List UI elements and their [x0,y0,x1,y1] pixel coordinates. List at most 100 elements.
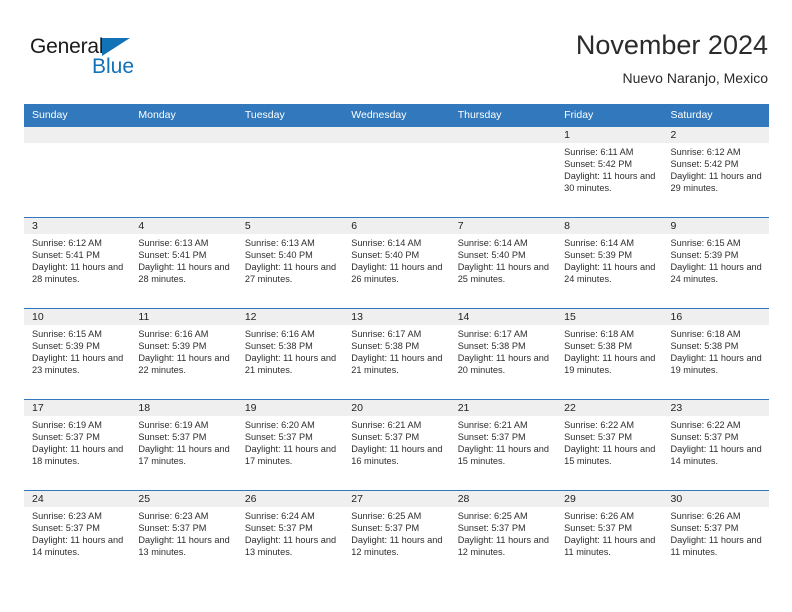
daylight-text: Daylight: 11 hours and 22 minutes. [138,353,230,376]
calendar-day-cell[interactable]: 30 Sunrise: 6:26 AM Sunset: 5:37 PM Dayligh… [662,490,769,581]
day-number: 9 [662,218,769,234]
calendar-day-cell[interactable]: 6 Sunrise: 6:14 AM Sunset: 5:40 PM Daylight… [343,217,450,309]
sunset-text: Sunset: 5:42 PM [564,159,633,170]
day-cell-inner: 17 Sunrise: 6:19 AM Sunset: 5:37 PM Dayligh… [24,400,131,490]
general-blue-logo[interactable]: General Blue [30,36,170,88]
calendar-day-cell[interactable]: 16 Sunrise: 6:18 AM Sunset: 5:38 PM Dayligh… [662,308,769,400]
calendar-day-cell[interactable]: 3 Sunrise: 6:12 AM Sunset: 5:41 PM Daylight… [24,217,131,309]
day-cell-details [24,143,130,146]
calendar-day-cell[interactable]: 15 Sunrise: 6:18 AM Sunset: 5:38 PM Dayligh… [556,308,663,400]
calendar-day-cell[interactable]: 17 Sunrise: 6:19 AM Sunset: 5:37 PM Dayligh… [24,399,131,491]
sunrise-text: Sunrise: 6:21 AM [457,420,528,430]
sunset-text: Sunset: 5:37 PM [138,523,207,534]
calendar-day-cell[interactable]: 25 Sunrise: 6:23 AM Sunset: 5:37 PM Dayligh… [130,490,237,581]
day-number: 24 [24,491,131,507]
calendar-day-cell[interactable]: 14 Sunrise: 6:17 AM Sunset: 5:38 PM Dayligh… [449,308,557,400]
day-cell-inner: 2 Sunrise: 6:12 AM Sunset: 5:42 PM Daylight… [662,127,769,217]
calendar-day-cell[interactable]: 7 Sunrise: 6:14 AM Sunset: 5:40 PM Daylight… [449,217,557,309]
day-cell-inner [24,127,131,217]
sunset-text: Sunset: 5:37 PM [564,432,633,443]
daylight-text: Daylight: 11 hours and 28 minutes. [138,262,230,285]
weekday-header-saturday: Saturday [662,104,769,127]
day-cell-inner: 27 Sunrise: 6:25 AM Sunset: 5:37 PM Dayligh… [343,491,450,581]
calendar-day-cell[interactable]: 28 Sunrise: 6:25 AM Sunset: 5:37 PM Dayligh… [449,490,557,581]
calendar-day-cell[interactable]: 4 Sunrise: 6:13 AM Sunset: 5:41 PM Daylight… [130,217,237,309]
day-cell-details [450,143,556,146]
calendar-day-cell[interactable]: 1 Sunrise: 6:11 AM Sunset: 5:42 PM Daylight… [556,126,663,218]
sunrise-text: Sunrise: 6:15 AM [32,329,102,339]
day-cell-details: Sunrise: 6:18 AM Sunset: 5:38 PM Daylight:… [663,325,769,376]
calendar-day-cell[interactable]: 5 Sunrise: 6:13 AM Sunset: 5:40 PM Daylight… [236,217,344,309]
sunrise-text: Sunrise: 6:16 AM [244,329,315,339]
sunset-text: Sunset: 5:37 PM [351,432,420,443]
weekday-header-sunday: Sunday [24,104,131,127]
day-cell-details: Sunrise: 6:16 AM Sunset: 5:38 PM Daylight:… [237,325,343,376]
sunrise-text: Sunrise: 6:19 AM [32,420,102,430]
calendar-day-cell[interactable]: 10 Sunrise: 6:15 AM Sunset: 5:39 PM Dayligh… [24,308,131,400]
sunset-text: Sunset: 5:37 PM [457,523,526,534]
day-cell-details [237,143,343,146]
day-number: 13 [343,309,450,325]
day-number: 5 [236,218,344,234]
sunrise-text: Sunrise: 6:14 AM [457,238,528,248]
day-number: 8 [556,218,663,234]
daylight-text: Daylight: 11 hours and 26 minutes. [351,262,443,285]
day-cell-inner: 6 Sunrise: 6:14 AM Sunset: 5:40 PM Daylight… [343,218,450,308]
sunrise-text: Sunrise: 6:16 AM [138,329,209,339]
daylight-text: Daylight: 11 hours and 19 minutes. [564,353,656,376]
day-cell-inner: 10 Sunrise: 6:15 AM Sunset: 5:39 PM Dayligh… [24,309,131,399]
weekday-header-friday: Friday [556,104,663,127]
daylight-text: Daylight: 11 hours and 30 minutes. [564,171,656,194]
sunset-text: Sunset: 5:37 PM [32,523,100,534]
calendar-day-cell[interactable]: 12 Sunrise: 6:16 AM Sunset: 5:38 PM Dayligh… [236,308,344,400]
day-cell-details [343,143,449,146]
day-cell-inner: 11 Sunrise: 6:16 AM Sunset: 5:39 PM Dayligh… [130,309,237,399]
day-cell-inner: 23 Sunrise: 6:22 AM Sunset: 5:37 PM Dayligh… [662,400,769,490]
day-cell-inner: 22 Sunrise: 6:22 AM Sunset: 5:37 PM Dayligh… [556,400,663,490]
sunset-text: Sunset: 5:40 PM [351,250,420,261]
sunset-text: Sunset: 5:39 PM [138,341,207,352]
day-cell-inner: 13 Sunrise: 6:17 AM Sunset: 5:38 PM Dayligh… [343,309,450,399]
day-cell-inner: 12 Sunrise: 6:16 AM Sunset: 5:38 PM Dayligh… [236,309,344,399]
day-number [449,127,557,143]
daylight-text: Daylight: 11 hours and 24 minutes. [564,262,656,285]
sunrise-text: Sunrise: 6:15 AM [670,238,741,248]
calendar-day-cell[interactable]: 20 Sunrise: 6:21 AM Sunset: 5:37 PM Dayligh… [343,399,450,491]
day-number [236,127,344,143]
calendar-day-cell[interactable]: 27 Sunrise: 6:25 AM Sunset: 5:37 PM Dayligh… [343,490,450,581]
calendar-day-cell[interactable]: 23 Sunrise: 6:22 AM Sunset: 5:37 PM Dayligh… [662,399,769,491]
sunrise-text: Sunrise: 6:12 AM [670,147,741,157]
logo-text-blue: Blue [92,55,135,78]
day-cell-inner: 21 Sunrise: 6:21 AM Sunset: 5:37 PM Dayligh… [449,400,557,490]
calendar-day-cell[interactable]: 8 Sunrise: 6:14 AM Sunset: 5:39 PM Daylight… [556,217,663,309]
day-cell-details: Sunrise: 6:24 AM Sunset: 5:37 PM Daylight:… [237,507,343,558]
daylight-text: Daylight: 11 hours and 11 minutes. [670,535,762,558]
calendar-day-cell[interactable]: 13 Sunrise: 6:17 AM Sunset: 5:38 PM Dayligh… [343,308,450,400]
calendar-day-cell[interactable]: 11 Sunrise: 6:16 AM Sunset: 5:39 PM Dayligh… [130,308,237,400]
sunrise-text: Sunrise: 6:12 AM [32,238,102,248]
calendar-day-cell[interactable]: 2 Sunrise: 6:12 AM Sunset: 5:42 PM Daylight… [662,126,769,218]
calendar-day-cell[interactable]: 9 Sunrise: 6:15 AM Sunset: 5:39 PM Daylight… [662,217,769,309]
calendar-day-cell-empty [449,126,557,218]
day-number [130,127,237,143]
day-cell-inner: 18 Sunrise: 6:19 AM Sunset: 5:37 PM Dayligh… [130,400,237,490]
calendar-day-cell[interactable]: 24 Sunrise: 6:23 AM Sunset: 5:37 PM Dayligh… [24,490,131,581]
day-cell-details: Sunrise: 6:17 AM Sunset: 5:38 PM Daylight:… [343,325,449,376]
day-number: 10 [24,309,131,325]
calendar-day-cell[interactable]: 22 Sunrise: 6:22 AM Sunset: 5:37 PM Dayligh… [556,399,663,491]
sunrise-text: Sunrise: 6:17 AM [351,329,422,339]
daylight-text: Daylight: 11 hours and 19 minutes. [670,353,762,376]
day-number: 3 [24,218,131,234]
calendar-week-row: 10 Sunrise: 6:15 AM Sunset: 5:39 PM Dayligh… [24,308,769,400]
calendar-table: Sunday Monday Tuesday Wednesday Thursday… [24,104,769,581]
sunset-text: Sunset: 5:41 PM [32,250,100,261]
day-number: 12 [236,309,344,325]
calendar-day-cell[interactable]: 18 Sunrise: 6:19 AM Sunset: 5:37 PM Dayligh… [130,399,237,491]
day-number [343,127,450,143]
calendar-day-cell[interactable]: 26 Sunrise: 6:24 AM Sunset: 5:37 PM Dayligh… [236,490,344,581]
calendar-day-cell[interactable]: 29 Sunrise: 6:26 AM Sunset: 5:37 PM Dayligh… [556,490,663,581]
day-cell-details: Sunrise: 6:15 AM Sunset: 5:39 PM Daylight:… [663,234,769,285]
calendar-day-cell[interactable]: 19 Sunrise: 6:20 AM Sunset: 5:37 PM Dayligh… [236,399,344,491]
sunset-text: Sunset: 5:37 PM [564,523,633,534]
calendar-day-cell[interactable]: 21 Sunrise: 6:21 AM Sunset: 5:37 PM Dayligh… [449,399,557,491]
